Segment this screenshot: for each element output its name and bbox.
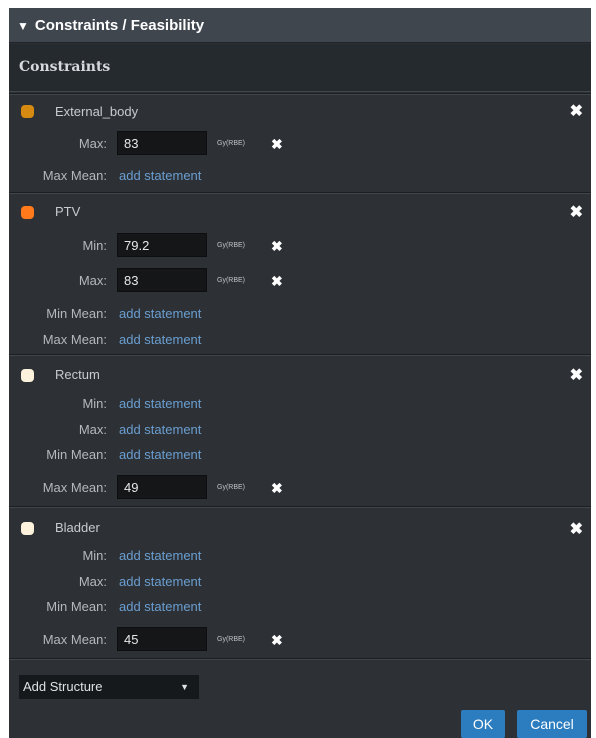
min-label: Min: [82, 548, 107, 563]
max-mean-label: Max Mean: [42, 632, 107, 647]
panel-header[interactable]: ▼ Constraints / Feasibility [9, 8, 591, 43]
remove-constraint-close-icon[interactable]: ✖ [271, 273, 283, 289]
cancel-button[interactable]: Cancel [517, 710, 587, 738]
structure-name: Bladder [55, 520, 100, 535]
panel-title: Constraints / Feasibility [34, 17, 205, 34]
add-statement-link[interactable]: add statement [119, 599, 201, 614]
remove-structure-close-icon[interactable]: ✖ [570, 367, 583, 385]
max-mean-value-input[interactable]: 45 [117, 627, 207, 651]
constraints-panel: ▼ Constraints / Feasibility Constraints E… [9, 8, 591, 738]
max-label: Max: [78, 273, 107, 288]
add-statement-link[interactable]: add statement [119, 306, 201, 321]
structure-color-swatch [21, 206, 34, 219]
remove-constraint-close-icon[interactable]: ✖ [271, 632, 283, 648]
divider [9, 93, 591, 95]
triangle-down-icon[interactable]: ▼ [17, 9, 29, 44]
remove-constraint-close-icon[interactable]: ✖ [271, 480, 283, 496]
add-statement-link[interactable]: add statement [119, 396, 201, 411]
max-mean-label: Max Mean: [42, 332, 107, 347]
remove-structure-close-icon[interactable]: ✖ [570, 103, 583, 121]
unit-label: Gy(RBE) [217, 277, 245, 284]
min-label: Min: [82, 238, 107, 253]
add-structure-label: Add Structure [23, 679, 103, 694]
remove-structure-close-icon[interactable]: ✖ [570, 521, 583, 539]
ok-button[interactable]: OK [461, 710, 505, 738]
max-mean-label: Max Mean: [42, 480, 107, 495]
unit-label: Gy(RBE) [217, 242, 245, 249]
remove-structure-close-icon[interactable]: ✖ [570, 204, 583, 222]
structure-name: Rectum [55, 367, 100, 382]
unit-label: Gy(RBE) [217, 636, 245, 643]
structure-name: PTV [55, 204, 81, 219]
structure-name: External_body [55, 104, 139, 119]
unit-label: Gy(RBE) [217, 140, 245, 147]
add-statement-link[interactable]: add statement [119, 168, 201, 183]
unit-label: Gy(RBE) [217, 484, 245, 491]
add-statement-link[interactable]: add statement [119, 422, 201, 437]
divider [9, 354, 591, 356]
divider [9, 506, 591, 508]
max-label: Max: [78, 574, 107, 589]
divider [9, 192, 591, 194]
max-label: Max: [78, 136, 107, 151]
max-value-input[interactable]: 83 [117, 131, 207, 155]
remove-constraint-close-icon[interactable]: ✖ [271, 238, 283, 254]
max-label: Max: [78, 422, 107, 437]
structure-color-swatch [21, 369, 34, 382]
max-mean-label: Max Mean: [42, 168, 107, 183]
min-mean-label: Min Mean: [46, 306, 107, 321]
add-statement-link[interactable]: add statement [119, 574, 201, 589]
section-title: Constraints [9, 44, 591, 92]
min-mean-label: Min Mean: [46, 599, 107, 614]
add-statement-link[interactable]: add statement [119, 548, 201, 563]
min-mean-label: Min Mean: [46, 447, 107, 462]
add-statement-link[interactable]: add statement [119, 447, 201, 462]
structure-color-swatch [21, 522, 34, 535]
remove-constraint-close-icon[interactable]: ✖ [271, 136, 283, 152]
add-statement-link[interactable]: add statement [119, 332, 201, 347]
min-label: Min: [82, 396, 107, 411]
add-structure-select[interactable]: Add Structure ▼ [19, 675, 199, 699]
divider [9, 658, 591, 660]
max-value-input[interactable]: 83 [117, 268, 207, 292]
min-value-input[interactable]: 79.2 [117, 233, 207, 257]
max-mean-value-input[interactable]: 49 [117, 475, 207, 499]
structure-color-swatch [21, 105, 34, 118]
dropdown-arrow-icon: ▼ [180, 682, 189, 692]
